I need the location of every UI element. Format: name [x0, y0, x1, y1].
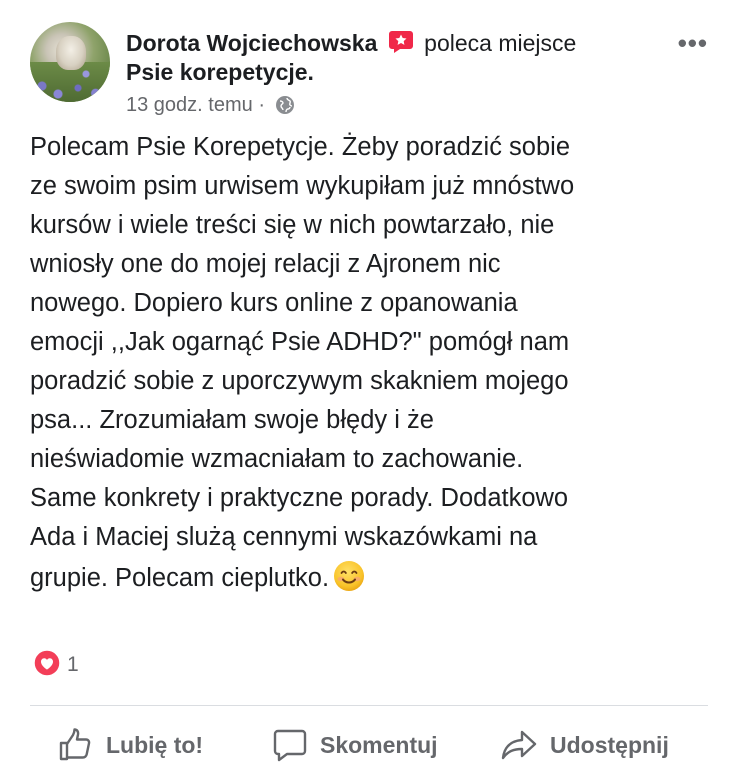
more-options-icon[interactable]: •••	[678, 30, 708, 56]
post-text-last-line: grupie. Polecam cieplutko.	[30, 559, 720, 604]
post-text-line: wniosły one do mojej relacji z Ajronem n…	[30, 250, 501, 278]
post-text-line: Ada i Maciej slużą cennymi wskazówkami n…	[30, 523, 538, 551]
comment-bubble-icon	[273, 729, 307, 762]
like-button[interactable]: Lubię to!	[58, 720, 203, 770]
action-bar-divider	[30, 705, 708, 706]
post-text-line: emocji ,,Jak ogarnąć Psie ADHD?" pomógł …	[30, 328, 570, 356]
post-time[interactable]: 13 godz. temu	[126, 94, 253, 116]
post-text-line: nowego. Dopiero kurs online z opanowania	[30, 289, 518, 317]
recommend-icon	[388, 30, 414, 61]
share-button[interactable]: Udostępnij	[500, 720, 669, 770]
reaction-count: 1	[67, 653, 79, 676]
post-text-line: Same konkrety i praktyczne porady. Dodat…	[30, 484, 569, 512]
post-text-line: nieświadomie wzmacniałam to zachowanie.	[30, 445, 524, 473]
post-text: Polecam Psie Korepetycje. Żeby poradzić …	[30, 128, 720, 604]
like-label: Lubię to!	[106, 731, 204, 758]
post-text-line: grupie. Polecam cieplutko.	[30, 564, 330, 592]
author-avatar[interactable]	[30, 22, 110, 102]
meta-separator: ·	[258, 94, 265, 116]
recommended-page-name[interactable]: Psie korepetycje.	[126, 58, 314, 86]
globe-icon	[275, 95, 295, 121]
post-header: Dorota Wojciechowska poleca miejsce	[126, 28, 576, 61]
comment-label: Skomentuj	[320, 731, 438, 758]
share-label: Udostępnij	[550, 731, 669, 758]
recommends-text: poleca miejsce	[424, 30, 577, 56]
action-bar: Lubię to! Skomentuj Udostępnij	[0, 720, 738, 770]
author-name[interactable]: Dorota Wojciechowska	[126, 30, 377, 56]
post-meta: 13 godz. temu ·	[126, 93, 295, 121]
post-text-line: ze swoim psim urwisem wykupiłam już mnós…	[30, 172, 575, 200]
smiling-face-emoji	[333, 560, 365, 604]
thumbs-up-icon	[59, 728, 91, 761]
comment-button[interactable]: Skomentuj	[272, 720, 438, 770]
post-text-line: poradzić sobie z uporczywym skakniem moj…	[30, 367, 569, 395]
share-arrow-icon	[501, 730, 537, 760]
reactions-summary[interactable]: 1	[33, 648, 79, 682]
post-text-line: Polecam Psie Korepetycje. Żeby poradzić …	[30, 133, 571, 161]
avatar-dog	[56, 36, 86, 70]
heart-reaction-icon	[33, 648, 61, 682]
post-text-line: psa... Zrozumiałam swoje błędy i że	[30, 406, 434, 434]
post-text-line: kursów i wiele treści się w nich powtarz…	[30, 211, 555, 239]
